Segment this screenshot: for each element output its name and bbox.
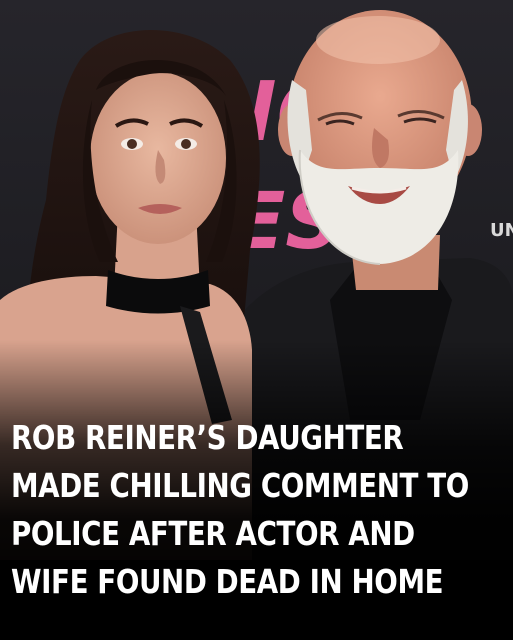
headline-line-3: POLICE AFTER ACTOR AND [11, 514, 415, 553]
headline: ROB REINER’S DAUGHTER MADE CHILLING COMM… [11, 414, 507, 606]
backdrop-right-text: UN [490, 220, 513, 241]
headline-line-2: MADE CHILLING COMMENT TO [11, 466, 469, 505]
headline-line-1: ROB REINER’S DAUGHTER [11, 418, 404, 457]
news-image-card: NG ES UN ROB REINER’S DAUGHTER MADE CHIL… [0, 0, 513, 640]
headline-line-4: WIFE FOUND DEAD IN HOME [11, 562, 444, 601]
